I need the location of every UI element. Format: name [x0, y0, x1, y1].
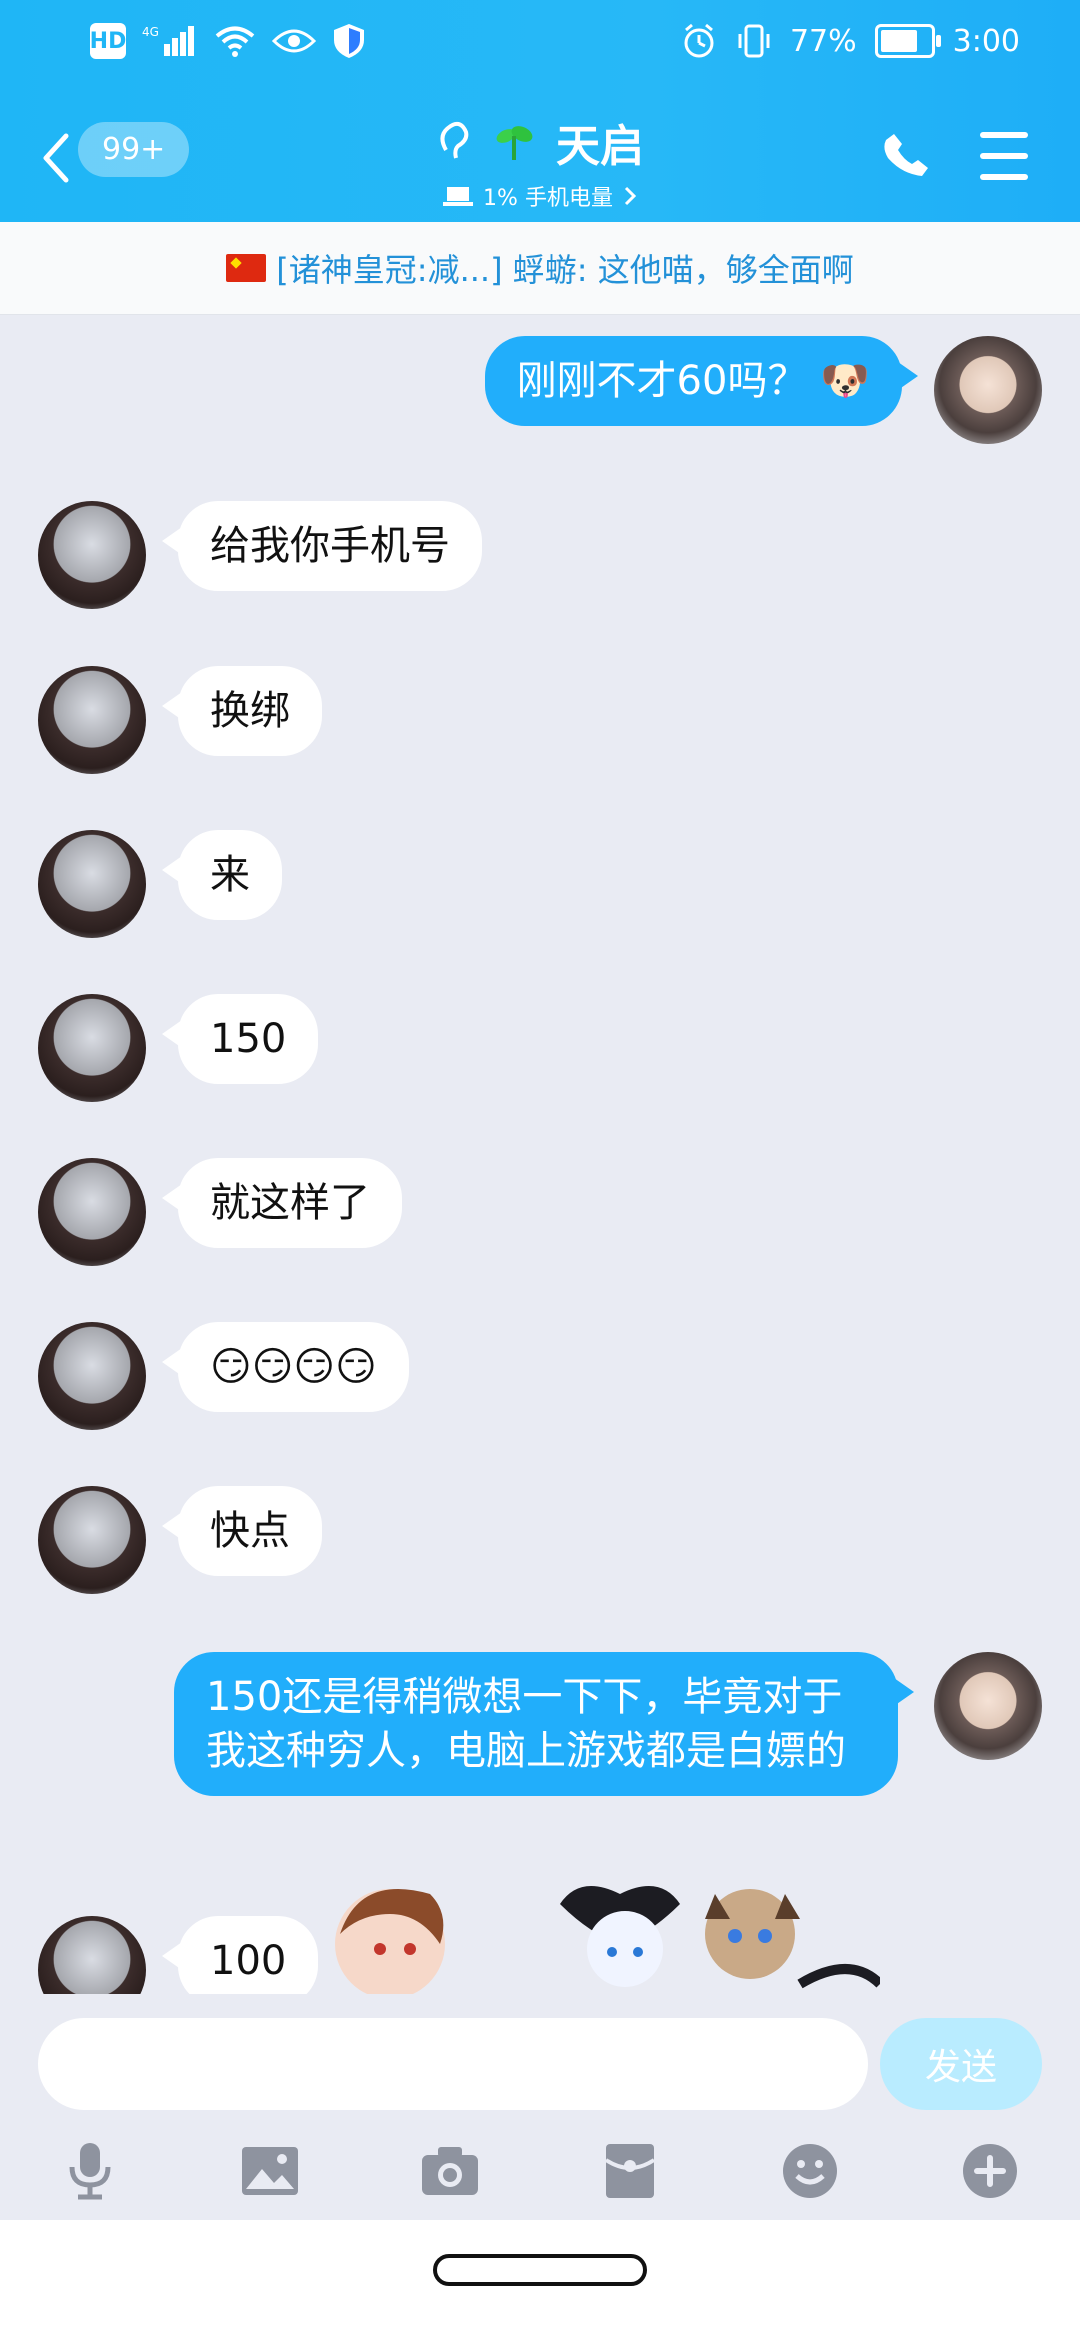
camera-button[interactable]: [420, 2141, 480, 2201]
message-list[interactable]: 刚刚不才60吗？ 🐶 给我你手机号 换绑 来 150 就这样了 😏😏😏😏 快点: [0, 314, 1080, 1994]
message-bubble-in[interactable]: 😏😏😏😏: [162, 1322, 409, 1412]
eye-comfort-icon: [272, 29, 316, 53]
avatar-other[interactable]: [38, 994, 146, 1102]
image-button[interactable]: [240, 2141, 300, 2201]
navigation-bar: [0, 2220, 1080, 2340]
composer-toolbar: [0, 2122, 1080, 2220]
home-indicator[interactable]: [433, 2254, 647, 2286]
status-bar: HD 4G 77% 3:00: [0, 0, 1080, 90]
avatar-self[interactable]: [934, 1652, 1042, 1760]
pinned-announcement[interactable]: [诸神皇冠:减...] 蜉蝣: 这他喵，够全面啊: [0, 222, 1080, 315]
vibrate-icon: [738, 24, 770, 58]
message-bubble-in[interactable]: 给我你手机号: [162, 501, 482, 591]
avatar-other[interactable]: [38, 1158, 146, 1266]
battery-percent: 77%: [789, 23, 857, 59]
chevron-right-icon: [624, 186, 637, 206]
unread-badge[interactable]: 99+: [78, 122, 190, 177]
chat-title-area[interactable]: 天启 1% 手机电量: [380, 110, 700, 212]
microphone-icon: [69, 2143, 111, 2200]
message-bubble-in[interactable]: 150: [161, 994, 319, 1084]
laptop-icon: [443, 187, 474, 206]
image-icon: [242, 2147, 298, 2195]
phone-icon: [884, 134, 928, 176]
emoji-icon: [783, 2144, 837, 2198]
composer: 发送: [0, 1994, 1080, 2220]
battery-subtitle: 1% 手机电量: [483, 186, 613, 211]
chat-header: HD 4G 77% 3:00 99+ 天启 1% 手机电量: [0, 0, 1080, 222]
message-input[interactable]: [38, 2018, 868, 2110]
message-row: 换绑: [0, 664, 1080, 776]
menu-button[interactable]: [980, 132, 1028, 180]
hd-indicator: HD: [90, 23, 126, 59]
voice-button[interactable]: [60, 2141, 120, 2201]
wifi-icon: [215, 26, 255, 57]
avatar-other[interactable]: [38, 1486, 146, 1594]
nav-bar: 99+ 天启 1% 手机电量: [0, 90, 1080, 222]
call-button[interactable]: [882, 130, 930, 178]
chevron-left-icon: [43, 133, 69, 183]
message-row: 快点: [0, 1484, 1080, 1596]
china-flag-icon: [226, 254, 267, 282]
message-bubble-out[interactable]: 150还是得稍微想一下下，毕竟对于我这种穷人，电脑上游戏都是白嫖的: [174, 1652, 914, 1796]
dog-emoji-icon: 🐶: [820, 358, 870, 404]
chat-title: 天启: [556, 121, 644, 172]
message-bubble-in[interactable]: 就这样了: [162, 1158, 402, 1248]
ear-icon: [440, 121, 469, 159]
sticker-decoration: [335, 1886, 880, 1994]
message-row: 150还是得稍微想一下下，毕竟对于我这种穷人，电脑上游戏都是白嫖的: [0, 1650, 1080, 1860]
shield-icon: [334, 24, 364, 58]
announcement-text: [诸神皇冠:减...] 蜉蝣: 这他喵，够全面啊: [276, 251, 854, 289]
sprout-icon: [496, 126, 533, 160]
avatar-other[interactable]: [38, 501, 146, 609]
battery-icon: [874, 24, 941, 58]
message-bubble-out[interactable]: 刚刚不才60吗？ 🐶: [484, 336, 919, 426]
avatar-self[interactable]: [934, 336, 1042, 444]
plus-icon: [963, 2144, 1017, 2198]
status-time: 3:00: [952, 23, 1020, 59]
message-bubble-in[interactable]: 来: [162, 830, 282, 920]
red-packet-icon: [604, 2144, 656, 2198]
message-row: 150: [0, 992, 1080, 1104]
back-button[interactable]: [40, 128, 80, 188]
alarm-icon: [684, 23, 714, 58]
message-row: 就这样了: [0, 1156, 1080, 1268]
red-packet-button[interactable]: [600, 2141, 660, 2201]
message-bubble-in[interactable]: 快点: [162, 1486, 322, 1576]
signal-icon: 4G: [142, 25, 194, 56]
subtitle: 1% 手机电量: [380, 180, 700, 212]
message-bubble-in[interactable]: 换绑: [162, 666, 322, 756]
emoji-button[interactable]: [780, 2141, 840, 2201]
message-row: 给我你手机号: [0, 499, 1080, 611]
avatar-other[interactable]: [38, 1322, 146, 1430]
send-button[interactable]: 发送: [880, 2018, 1042, 2110]
avatar-other[interactable]: [38, 666, 146, 774]
avatar-other[interactable]: [38, 830, 146, 938]
message-row: 来: [0, 828, 1080, 940]
message-bubble-in[interactable]: 100: [161, 1916, 319, 1994]
camera-icon: [422, 2147, 478, 2195]
more-button[interactable]: [960, 2141, 1020, 2201]
message-row: 😏😏😏😏: [0, 1320, 1080, 1432]
svg-text:4G: 4G: [142, 25, 159, 39]
avatar-other[interactable]: [38, 1916, 146, 1994]
message-row: 刚刚不才60吗？ 🐶: [0, 334, 1080, 446]
